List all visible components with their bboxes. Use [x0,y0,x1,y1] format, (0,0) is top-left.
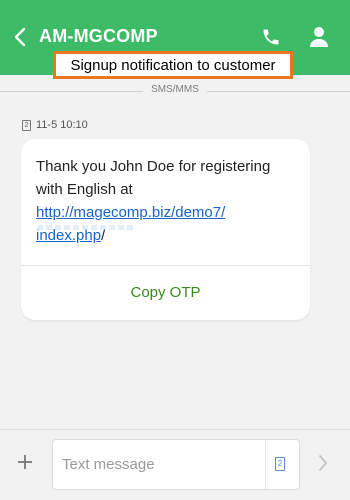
message-link[interactable]: http://magecomp.biz/demo7/index.php [36,204,225,244]
message-text: Thank you John Doe for registering with … [36,155,301,247]
message-meta: 2 11-5 10:10 [22,119,88,131]
caption-label: Signup notification to customer [53,51,293,79]
sim-select-icon[interactable]: 2 [275,457,285,471]
message-bubble[interactable]: Thank you John Doe for registering with … [21,139,310,320]
input-separator [265,440,266,489]
message-input[interactable]: Text message 2 [52,439,300,490]
message-text-prefix: Thank you John Doe for registering with … [36,158,271,198]
message-timestamp: 11-5 10:10 [36,119,88,131]
sms-divider: SMS/MMS [0,84,350,98]
plus-icon[interactable] [17,454,33,470]
sms-mms-label: SMS/MMS [151,84,199,95]
copy-otp-button[interactable]: Copy OTP [21,265,310,320]
link-preview-placeholder [37,225,133,230]
message-input-placeholder: Text message [62,456,155,473]
contact-name[interactable]: AM-MGCOMP [39,26,158,47]
composer-bar: Text message 2 [0,429,350,500]
contact-icon[interactable] [309,26,329,48]
sim-card-icon: 2 [22,119,31,131]
message-link-part1: http://magecomp.biz/demo7/ [36,204,226,221]
divider-line-right [207,91,350,92]
back-icon[interactable] [13,27,27,47]
call-icon[interactable] [261,27,281,47]
send-icon[interactable] [318,454,328,472]
